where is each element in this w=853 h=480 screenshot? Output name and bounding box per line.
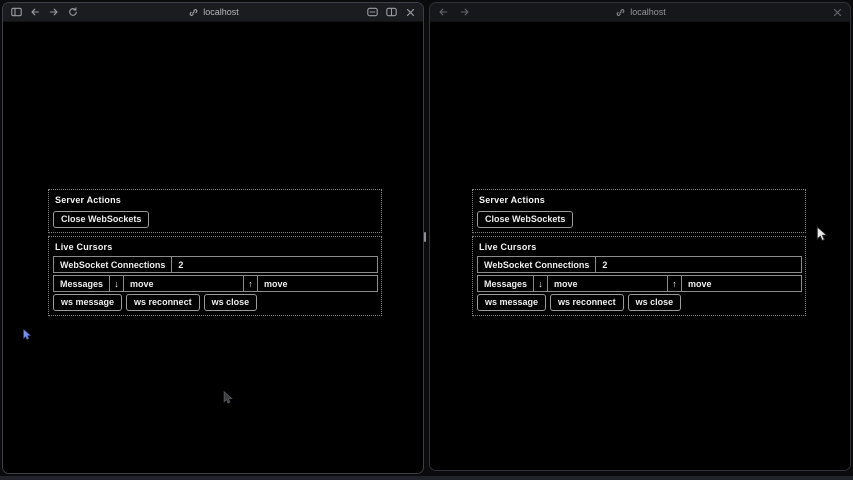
ws-close-button[interactable]: ws close xyxy=(628,294,682,311)
live-cursors-title: Live Cursors xyxy=(55,242,378,252)
titlebar-left-icons xyxy=(10,6,79,18)
back-icon[interactable] xyxy=(29,6,41,18)
server-actions-panel: Server Actions Close WebSockets xyxy=(472,189,806,233)
ws-message-button[interactable]: ws message xyxy=(53,294,122,311)
close-icon[interactable] xyxy=(404,6,416,18)
back-icon[interactable] xyxy=(437,6,449,18)
server-actions-panel: Server Actions Close WebSockets xyxy=(48,189,382,233)
link-icon xyxy=(614,6,626,18)
page-content: Server Actions Close WebSockets Live Cur… xyxy=(3,22,423,473)
server-actions-title: Server Actions xyxy=(479,195,802,205)
connections-row: WebSocket Connections 2 xyxy=(53,256,378,273)
ws-message-button[interactable]: ws message xyxy=(477,294,546,311)
messages-row: Messages ↓ move ↑ move xyxy=(477,275,802,292)
forward-icon[interactable] xyxy=(459,6,471,18)
page-title: localhost xyxy=(630,7,666,17)
ws-reconnect-button[interactable]: ws reconnect xyxy=(550,294,624,311)
messages-label: Messages xyxy=(54,276,110,291)
titlebar: localhost xyxy=(430,3,850,22)
link-icon xyxy=(187,6,199,18)
panels: Server Actions Close WebSockets Live Cur… xyxy=(472,189,806,319)
browser-window-left: localhost Server Actions xyxy=(2,2,424,474)
titlebar-right-icons xyxy=(366,6,416,18)
connections-value: 2 xyxy=(596,257,801,272)
address-title: localhost xyxy=(430,3,850,21)
titlebar-left-icons xyxy=(437,6,471,18)
ws-reconnect-button[interactable]: ws reconnect xyxy=(126,294,200,311)
messages-label: Messages xyxy=(478,276,534,291)
arrow-up-icon: ↑ xyxy=(244,276,258,291)
browser-window-right: localhost Server Actions Close WebSocket… xyxy=(429,2,851,471)
outgoing-message-value: move xyxy=(258,276,377,291)
connections-value: 2 xyxy=(172,257,377,272)
split-view-icon[interactable] xyxy=(385,6,397,18)
close-websockets-button[interactable]: Close WebSockets xyxy=(53,211,149,228)
incoming-message-value: move xyxy=(548,276,668,291)
panels: Server Actions Close WebSockets Live Cur… xyxy=(48,189,382,319)
connections-row: WebSocket Connections 2 xyxy=(477,256,802,273)
reload-icon[interactable] xyxy=(67,6,79,18)
connections-label: WebSocket Connections xyxy=(54,257,172,272)
live-cursors-panel: Live Cursors WebSocket Connections 2 Mes… xyxy=(48,236,382,316)
page-icon[interactable] xyxy=(366,6,378,18)
live-cursors-panel: Live Cursors WebSocket Connections 2 Mes… xyxy=(472,236,806,316)
messages-row: Messages ↓ move ↑ move xyxy=(53,275,378,292)
page-title: localhost xyxy=(203,7,239,17)
sidebar-toggle-icon[interactable] xyxy=(10,6,22,18)
live-cursors-title: Live Cursors xyxy=(479,242,802,252)
arrow-down-icon: ↓ xyxy=(110,276,124,291)
page-content: Server Actions Close WebSockets Live Cur… xyxy=(430,22,850,470)
arrow-up-icon: ↑ xyxy=(668,276,682,291)
ws-buttons-row: ws message ws reconnect ws close xyxy=(477,294,802,311)
incoming-message-value: move xyxy=(124,276,244,291)
ws-buttons-row: ws message ws reconnect ws close xyxy=(53,294,378,311)
outgoing-message-value: move xyxy=(682,276,801,291)
close-icon[interactable] xyxy=(831,6,843,18)
connections-label: WebSocket Connections xyxy=(478,257,596,272)
window-resize-handle[interactable] xyxy=(424,232,426,242)
ws-close-button[interactable]: ws close xyxy=(204,294,258,311)
arrow-down-icon: ↓ xyxy=(534,276,548,291)
dock-hint xyxy=(0,476,853,480)
titlebar-right-icons xyxy=(831,6,843,18)
server-actions-title: Server Actions xyxy=(55,195,378,205)
forward-icon[interactable] xyxy=(48,6,60,18)
titlebar: localhost xyxy=(3,3,423,22)
close-websockets-button[interactable]: Close WebSockets xyxy=(477,211,573,228)
